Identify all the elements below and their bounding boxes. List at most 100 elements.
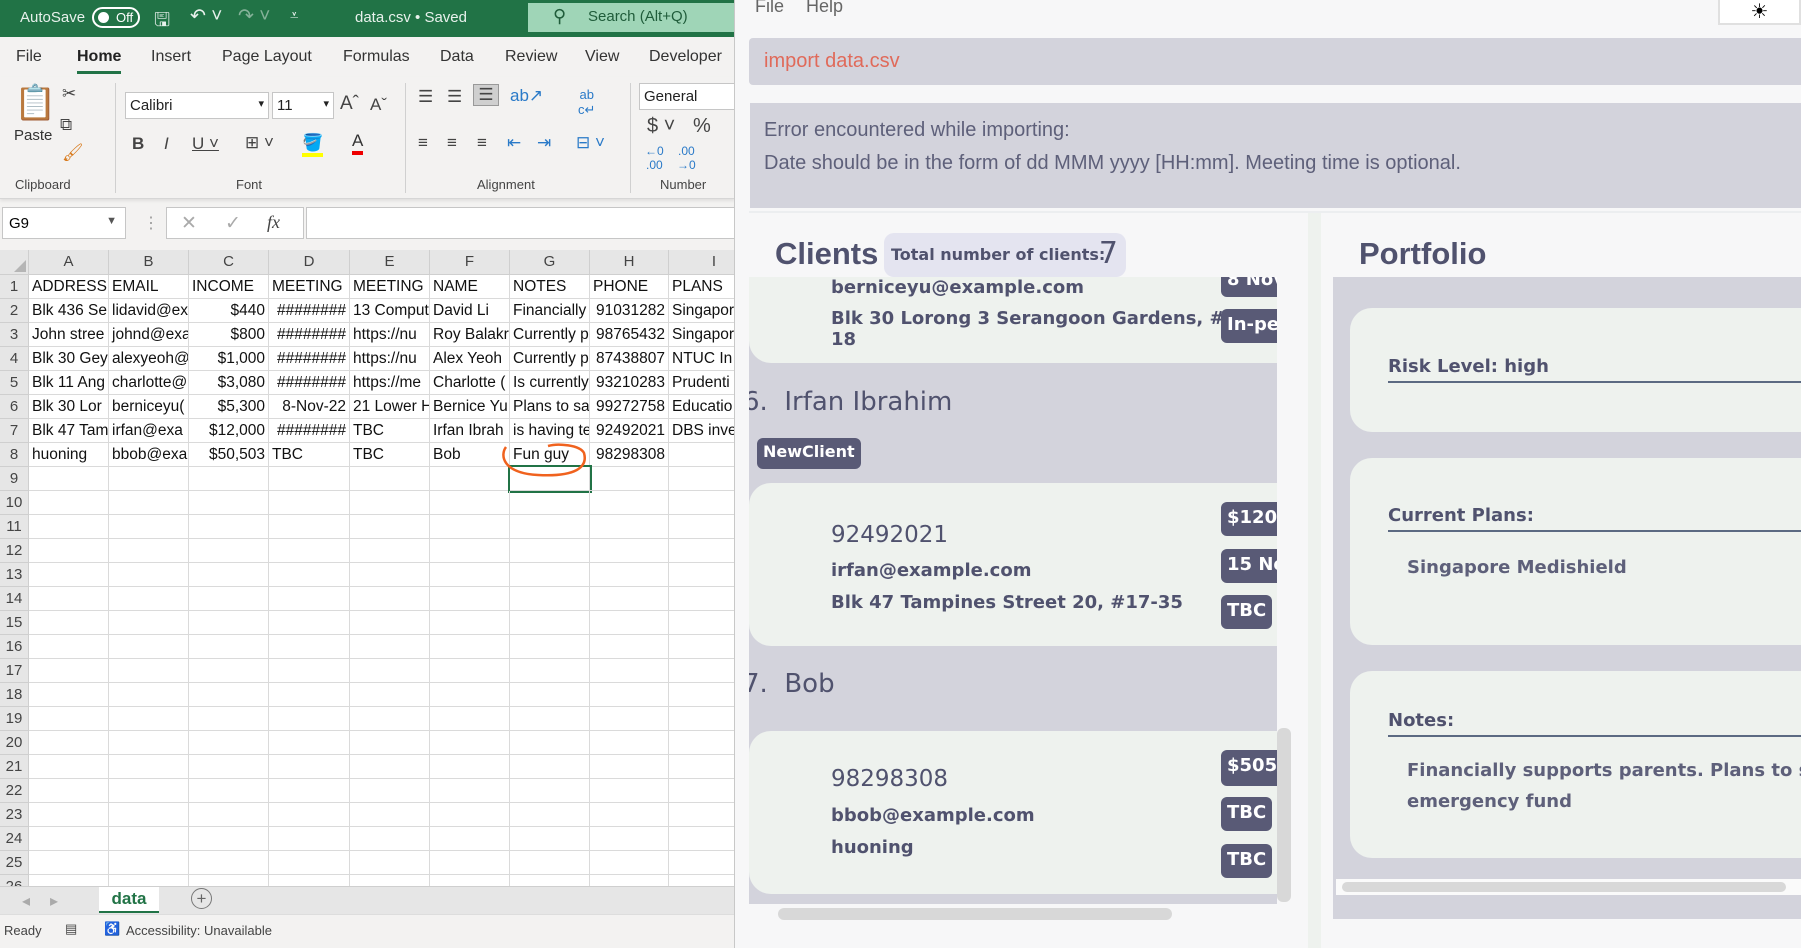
cell[interactable]: https://nu bbox=[350, 347, 430, 371]
cell[interactable]: 98765432 bbox=[590, 323, 669, 347]
cell[interactable] bbox=[189, 779, 269, 803]
row-header[interactable]: 10 bbox=[0, 491, 29, 515]
cell[interactable] bbox=[189, 707, 269, 731]
cell[interactable]: 8-Nov-22 bbox=[269, 395, 350, 419]
cell[interactable] bbox=[510, 491, 590, 515]
client-list-horizontal-scrollbar[interactable] bbox=[778, 908, 1172, 920]
column-header[interactable]: C bbox=[189, 250, 269, 275]
cell[interactable] bbox=[669, 803, 734, 827]
menu-help[interactable]: Help bbox=[806, 0, 843, 16]
cell[interactable] bbox=[189, 563, 269, 587]
cell[interactable]: Irfan Ibrah bbox=[430, 419, 510, 443]
cell[interactable] bbox=[510, 563, 590, 587]
row-header[interactable]: 3 bbox=[0, 323, 29, 347]
cell[interactable] bbox=[189, 635, 269, 659]
row-header[interactable]: 7 bbox=[0, 419, 29, 443]
cell[interactable] bbox=[430, 731, 510, 755]
cell[interactable] bbox=[590, 851, 669, 875]
cell[interactable] bbox=[669, 707, 734, 731]
cell[interactable] bbox=[350, 683, 430, 707]
tab-home[interactable]: Home bbox=[77, 48, 122, 74]
cell[interactable] bbox=[269, 467, 350, 491]
cell[interactable] bbox=[510, 827, 590, 851]
save-icon[interactable]: 🖫 bbox=[154, 6, 170, 38]
cell[interactable] bbox=[590, 803, 669, 827]
cell[interactable] bbox=[350, 731, 430, 755]
row-header[interactable]: 12 bbox=[0, 539, 29, 563]
cell[interactable] bbox=[29, 707, 109, 731]
cell[interactable]: https://me bbox=[350, 371, 430, 395]
cell[interactable] bbox=[269, 659, 350, 683]
cell[interactable] bbox=[189, 611, 269, 635]
cell[interactable]: John stree bbox=[29, 323, 109, 347]
cell[interactable] bbox=[430, 827, 510, 851]
cell[interactable]: berniceyu( bbox=[109, 395, 189, 419]
cell[interactable]: Financially bbox=[510, 299, 590, 323]
cell[interactable]: NAME bbox=[430, 275, 510, 299]
cell[interactable] bbox=[109, 731, 189, 755]
cell[interactable]: NOTES bbox=[510, 275, 590, 299]
cell[interactable] bbox=[109, 539, 189, 563]
cell[interactable]: 92492021 bbox=[590, 419, 669, 443]
cell[interactable] bbox=[430, 635, 510, 659]
cell[interactable]: Singapor bbox=[669, 323, 734, 347]
number-format-select[interactable]: General bbox=[639, 83, 734, 110]
cell[interactable] bbox=[430, 755, 510, 779]
cell[interactable] bbox=[350, 539, 430, 563]
cell[interactable] bbox=[109, 659, 189, 683]
cell[interactable] bbox=[109, 803, 189, 827]
enter-icon[interactable]: ✓ bbox=[225, 212, 241, 235]
cut-icon[interactable]: ✂ bbox=[62, 84, 76, 104]
cell[interactable]: Bernice Yu bbox=[430, 395, 510, 419]
align-top-icon[interactable]: ☰ bbox=[418, 87, 433, 107]
cell[interactable] bbox=[510, 755, 590, 779]
cell[interactable] bbox=[29, 491, 109, 515]
cell[interactable]: INCOME bbox=[189, 275, 269, 299]
cell[interactable] bbox=[29, 515, 109, 539]
cell[interactable] bbox=[109, 467, 189, 491]
row-header[interactable]: 25 bbox=[0, 851, 29, 875]
cell[interactable] bbox=[350, 611, 430, 635]
italic-icon[interactable]: I bbox=[164, 134, 169, 154]
cell[interactable] bbox=[29, 587, 109, 611]
increase-decimal-icon[interactable]: ←0.00 bbox=[645, 144, 664, 172]
cell[interactable]: johnd@exa bbox=[109, 323, 189, 347]
cell[interactable] bbox=[590, 563, 669, 587]
cell[interactable] bbox=[269, 539, 350, 563]
cell[interactable]: 13 Comput bbox=[350, 299, 430, 323]
cell[interactable] bbox=[510, 515, 590, 539]
tab-review[interactable]: Review bbox=[505, 48, 557, 66]
row-header[interactable]: 4 bbox=[0, 347, 29, 371]
cell[interactable] bbox=[510, 875, 590, 886]
cell[interactable] bbox=[109, 779, 189, 803]
column-header[interactable]: G bbox=[510, 250, 590, 275]
row-header[interactable]: 9 bbox=[0, 467, 29, 491]
cell[interactable]: $12,000 bbox=[189, 419, 269, 443]
align-middle-icon[interactable]: ☰ bbox=[447, 87, 462, 107]
tab-insert[interactable]: Insert bbox=[151, 48, 191, 66]
cell[interactable] bbox=[350, 563, 430, 587]
column-header[interactable]: D bbox=[269, 250, 350, 275]
font-name-select[interactable]: Calibri ▾ bbox=[125, 92, 269, 119]
cell[interactable] bbox=[29, 875, 109, 886]
cell[interactable] bbox=[269, 707, 350, 731]
autosave-toggle[interactable]: Off bbox=[92, 7, 140, 28]
cell[interactable] bbox=[510, 611, 590, 635]
wrap-text-icon[interactable]: ab c↵ bbox=[578, 87, 595, 118]
search-box[interactable]: ⚲ Search (Alt+Q) bbox=[528, 3, 734, 32]
tab-file[interactable]: File bbox=[16, 48, 42, 66]
row-header[interactable]: 16 bbox=[0, 635, 29, 659]
cell[interactable] bbox=[430, 515, 510, 539]
cell[interactable]: Currently p bbox=[510, 347, 590, 371]
cell[interactable]: Is currently bbox=[510, 371, 590, 395]
cell[interactable]: ######## bbox=[269, 371, 350, 395]
cell[interactable] bbox=[669, 611, 734, 635]
add-sheet-icon[interactable]: + bbox=[191, 888, 212, 909]
cell[interactable] bbox=[269, 803, 350, 827]
font-size-select[interactable]: 11 ▾ bbox=[272, 92, 334, 119]
cell[interactable] bbox=[510, 779, 590, 803]
row-header[interactable]: 19 bbox=[0, 707, 29, 731]
cell[interactable] bbox=[350, 827, 430, 851]
formula-input[interactable] bbox=[306, 207, 734, 239]
cell[interactable]: $5,300 bbox=[189, 395, 269, 419]
